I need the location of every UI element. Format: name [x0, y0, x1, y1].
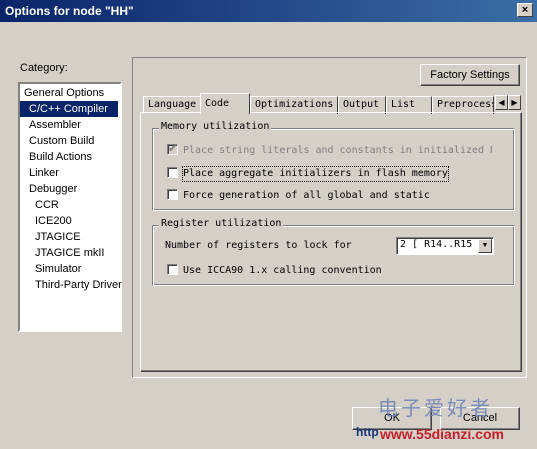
close-button[interactable]: ×: [517, 3, 533, 17]
force-generation-label: Force generation of all global and stati…: [183, 190, 430, 201]
use-icca90-label: Use ICCA90 1.x calling convention: [183, 265, 382, 276]
window-title: Options for node "HH": [5, 4, 134, 18]
use-icca90-checkbox[interactable]: [167, 264, 178, 275]
force-generation-checkbox[interactable]: [167, 189, 178, 200]
arrow-left-icon: ◀: [498, 98, 505, 107]
register-utilization-legend: Register utilization: [159, 218, 284, 229]
tab-scroll-left-button[interactable]: ◀: [495, 95, 508, 110]
registers-lock-value: 2 [ R14..R15 ]: [400, 239, 485, 250]
category-list[interactable]: General Options C/C++ Compiler Assembler…: [18, 82, 122, 332]
category-item-jtagice[interactable]: JTAGICE: [20, 229, 120, 245]
tab-code[interactable]: Code: [200, 93, 250, 114]
category-item-simulator[interactable]: Simulator: [20, 261, 120, 277]
category-item-general-options[interactable]: General Options: [20, 85, 120, 101]
place-aggregate-initializers-label: Place aggregate initializers in flash me…: [182, 166, 449, 182]
watermark-url: www.55dianzi.com: [380, 426, 504, 442]
category-item-ccr[interactable]: CCR: [20, 197, 120, 213]
category-item-third-party-driver[interactable]: Third-Party Driver: [20, 277, 122, 293]
category-item-cpp-compiler[interactable]: C/C++ Compiler: [20, 101, 118, 117]
category-item-ice200[interactable]: ICE200: [20, 213, 120, 229]
category-item-assembler[interactable]: Assembler: [20, 117, 120, 133]
registers-lock-select[interactable]: 2 [ R14..R15 ] ▼: [396, 237, 494, 255]
arrow-right-icon: ▶: [511, 98, 518, 107]
place-string-literals-label: Place string literals and constants in i…: [183, 145, 492, 156]
category-label: Category:: [20, 62, 68, 74]
memory-utilization-legend: Memory utilization: [159, 121, 272, 132]
watermark-partial-text: http: [356, 425, 379, 439]
category-item-debugger[interactable]: Debugger: [20, 181, 120, 197]
category-item-linker[interactable]: Linker: [20, 165, 120, 181]
watermark-chinese-text: 电子爱好者: [378, 396, 493, 420]
category-item-jtagice-mkii[interactable]: JTAGICE mkII: [20, 245, 120, 261]
checkmark-icon: ✔: [168, 143, 178, 155]
category-item-custom-build[interactable]: Custom Build: [20, 133, 120, 149]
factory-settings-button[interactable]: Factory Settings: [420, 64, 520, 86]
place-aggregate-initializers-checkbox[interactable]: [167, 167, 178, 178]
category-item-build-actions[interactable]: Build Actions: [20, 149, 120, 165]
registers-lock-label: Number of registers to lock for: [165, 240, 352, 251]
place-string-literals-checkbox[interactable]: ✔: [167, 143, 178, 155]
close-icon: ×: [521, 4, 529, 16]
tab-scroll-right-button[interactable]: ▶: [508, 95, 521, 110]
chevron-down-icon[interactable]: ▼: [478, 239, 492, 253]
title-bar: Options for node "HH" ×: [0, 0, 537, 22]
